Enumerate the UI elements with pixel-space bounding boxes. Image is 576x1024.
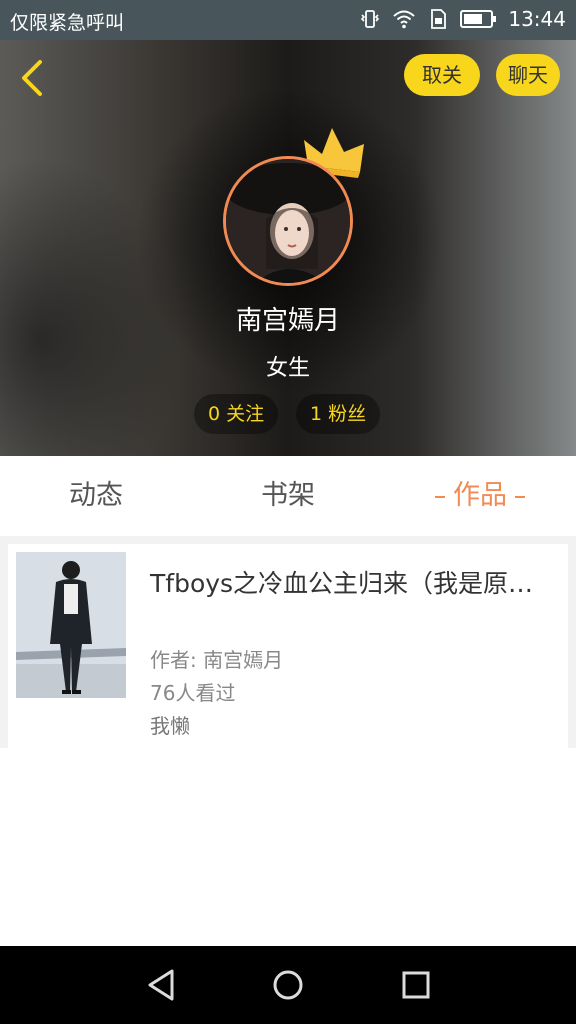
avatar-portrait bbox=[226, 159, 350, 283]
work-description: 我懒 bbox=[150, 714, 190, 738]
status-icons: 13:44 bbox=[358, 7, 566, 31]
fans-stat[interactable]: 1 粉丝 bbox=[296, 394, 381, 434]
book-cover bbox=[16, 552, 126, 698]
following-stat[interactable]: 0 关注 bbox=[194, 394, 279, 434]
tab-works[interactable]: 作品 bbox=[420, 456, 540, 536]
fans-count: 1 bbox=[310, 403, 323, 425]
profile-username: 南宫嫣月 bbox=[235, 306, 340, 336]
tab-active-indicator-left bbox=[435, 495, 445, 498]
status-bar: 仅限紧急呼叫 13:44 bbox=[0, 0, 576, 40]
sim-icon bbox=[431, 9, 447, 29]
work-view-count: 76人看过 bbox=[150, 681, 236, 705]
work-title: Tfboys之冷血公主归来（我是原… bbox=[150, 569, 534, 598]
avatar[interactable] bbox=[223, 156, 353, 286]
nav-home-icon[interactable] bbox=[268, 965, 308, 1005]
avatar-image bbox=[223, 156, 353, 286]
wifi-icon bbox=[393, 10, 416, 29]
book-cover-image bbox=[16, 552, 126, 698]
unfollow-button[interactable]: 取关 bbox=[404, 54, 480, 96]
nav-recents-icon[interactable] bbox=[396, 965, 436, 1005]
tab-active-indicator-right bbox=[515, 495, 525, 498]
tab-works-label: 作品 bbox=[453, 480, 507, 511]
fans-label: 粉丝 bbox=[328, 403, 367, 425]
back-button[interactable] bbox=[14, 58, 50, 98]
work-card[interactable]: Tfboys之冷血公主归来（我是原… 作者: 南宫嫣月 76人看过 我懒 bbox=[8, 544, 568, 748]
clock-time: 13:44 bbox=[508, 7, 566, 31]
following-count: 0 bbox=[208, 403, 221, 425]
tab-bookshelf-label: 书架 bbox=[261, 480, 315, 511]
carrier-text: 仅限紧急呼叫 bbox=[10, 12, 125, 34]
tab-activity[interactable]: 动态 bbox=[40, 456, 152, 536]
profile-gender: 女生 bbox=[265, 356, 310, 381]
tab-activity-label: 动态 bbox=[69, 480, 123, 511]
chevron-left-icon bbox=[22, 60, 42, 96]
work-author: 作者: 南宫嫣月 bbox=[150, 648, 284, 672]
vibrate-icon bbox=[361, 10, 380, 28]
battery-icon bbox=[460, 10, 497, 28]
nav-back-icon[interactable] bbox=[142, 965, 182, 1005]
chat-button[interactable]: 聊天 bbox=[496, 54, 560, 96]
system-nav-bar bbox=[0, 946, 576, 1024]
profile-tabs: 动态 书架 作品 bbox=[0, 456, 576, 544]
following-label: 关注 bbox=[226, 403, 265, 425]
tab-bookshelf[interactable]: 书架 bbox=[232, 456, 344, 536]
profile-header: 取关 聊天 南宫嫣月 女生 0 关注 1 粉丝 bbox=[0, 40, 576, 456]
